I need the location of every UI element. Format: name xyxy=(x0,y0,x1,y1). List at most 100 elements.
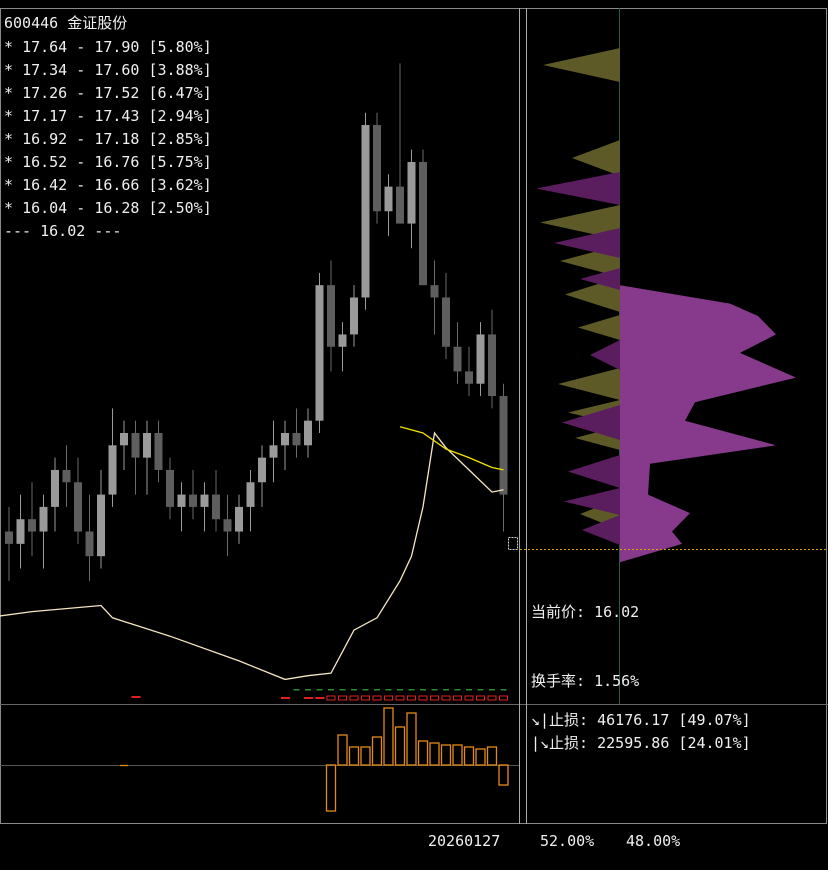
green-signal-marker xyxy=(431,689,438,691)
candle-body xyxy=(488,334,496,397)
stop-value: 22595.86 xyxy=(597,734,670,752)
red-box-marker xyxy=(476,695,485,701)
level-high: 17.60 xyxy=(94,61,140,79)
footer-pct-left: 52.00% xyxy=(540,832,595,850)
turnover-value: 1.56% xyxy=(594,672,640,690)
candle-body xyxy=(258,457,266,483)
green-signal-marker xyxy=(305,689,311,691)
purple-profile-spike xyxy=(568,455,620,488)
level-low: 17.17 xyxy=(22,107,68,125)
histogram-bar xyxy=(337,734,348,766)
candle-body xyxy=(189,494,197,507)
green-signal-marker xyxy=(408,689,415,691)
price-level-row: * 16.92 - 17.18 [2.85%] xyxy=(4,130,212,148)
level-low: 16.04 xyxy=(22,199,68,217)
ma-cream-line xyxy=(0,431,504,681)
price-level-row: * 16.42 - 16.66 [3.62%] xyxy=(4,176,212,194)
price-level-row: * 16.52 - 16.76 [5.75%] xyxy=(4,153,212,171)
histogram-bar xyxy=(463,746,475,766)
level-pct: 5.80% xyxy=(157,38,203,56)
candle-body xyxy=(269,445,278,458)
price-level-row: * 17.34 - 17.60 [3.88%] xyxy=(4,61,212,79)
candle-body xyxy=(131,432,140,458)
stop-value: 46176.17 xyxy=(597,711,670,729)
current-price-row: 当前价: 16.02 xyxy=(531,601,639,624)
level-pct: 5.75% xyxy=(157,153,203,171)
moving-average-lines xyxy=(0,426,504,681)
volume-profile-purple xyxy=(620,285,796,563)
candle-body xyxy=(361,125,370,298)
level-low: 17.64 xyxy=(22,38,68,56)
red-box-marker xyxy=(349,695,359,701)
price-level-row: * 17.64 - 17.90 [5.80%] xyxy=(4,38,212,56)
green-signal-marker xyxy=(362,689,369,691)
stock-header: 600446 金证股份 xyxy=(4,12,127,35)
candle-body xyxy=(235,506,243,532)
volume-profile-olive xyxy=(536,48,620,545)
candle-body xyxy=(442,297,450,347)
candle-body xyxy=(39,506,48,532)
red-box-marker xyxy=(338,695,347,701)
stop-loss-panel: ↘|止损: 46176.17 [49.07%] |↘止损: 22595.86 [2… xyxy=(531,709,751,755)
footer-date: 20260127 xyxy=(428,832,501,850)
candle-body xyxy=(246,482,255,507)
candle-body xyxy=(292,432,301,446)
candle-body xyxy=(62,469,71,483)
candle-body xyxy=(143,432,151,458)
info-panel: 当前价: 16.02 换手率: 1.56% xyxy=(531,555,639,716)
histogram-bar xyxy=(452,744,463,766)
footer-pct-right: 48.00% xyxy=(626,832,681,850)
green-signal-marker xyxy=(489,689,495,691)
histogram-bar xyxy=(360,746,371,766)
stop-pct: 24.01% xyxy=(687,734,742,752)
olive-profile-spike xyxy=(572,140,620,176)
candle-body xyxy=(74,482,82,532)
cursor-box-icon[interactable] xyxy=(508,537,518,550)
level-pct: 2.94% xyxy=(157,107,203,125)
candle-body xyxy=(108,445,117,495)
candle-body xyxy=(51,469,59,507)
green-signal-marker xyxy=(293,689,300,691)
stock-code: 600446 xyxy=(4,14,59,32)
red-box-marker xyxy=(384,695,393,701)
histogram-bar xyxy=(348,746,360,766)
histogram-bar xyxy=(371,736,383,766)
candle-body xyxy=(304,420,312,446)
level-high: 17.52 xyxy=(94,84,140,102)
red-box-marker xyxy=(430,695,439,701)
red-box-marker xyxy=(487,695,497,701)
ma-yellow-line xyxy=(399,426,504,471)
candle-body xyxy=(396,186,404,224)
level-high: 17.43 xyxy=(94,107,140,125)
red-box-marker xyxy=(372,695,382,701)
candle-body xyxy=(28,519,36,532)
green-signal-marker xyxy=(454,689,461,691)
green-signal-marker xyxy=(420,689,426,691)
green-signal-marker xyxy=(339,689,346,691)
red-signal-marker xyxy=(131,696,141,698)
level-pct: 3.62% xyxy=(157,176,203,194)
price-level-row: * 17.26 - 17.52 [6.47%] xyxy=(4,84,212,102)
green-signal-marker xyxy=(374,689,380,691)
red-box-marker xyxy=(453,695,462,701)
candle-body xyxy=(212,494,220,520)
level-pct: 2.85% xyxy=(157,130,203,148)
candle-body xyxy=(177,494,186,507)
histogram-bar xyxy=(486,746,498,766)
histogram-bar xyxy=(498,764,509,786)
current-price-marker: --- 16.02 --- xyxy=(4,222,122,240)
current-price-label: 当前价: xyxy=(531,603,586,621)
red-box-marker xyxy=(395,695,405,701)
level-high: 16.76 xyxy=(94,153,140,171)
green-signal-marker xyxy=(397,689,403,691)
stop-prefix: ↘|止损: xyxy=(531,711,589,729)
level-high: 16.28 xyxy=(94,199,140,217)
histogram-bar xyxy=(325,764,337,812)
olive-profile-spike xyxy=(543,48,620,82)
level-low: 16.92 xyxy=(22,130,68,148)
candle-body xyxy=(407,161,416,224)
green-signal-marker xyxy=(443,689,449,691)
candle-body xyxy=(476,334,485,384)
green-signal-marker xyxy=(328,689,334,691)
green-signal-marker xyxy=(500,689,507,691)
